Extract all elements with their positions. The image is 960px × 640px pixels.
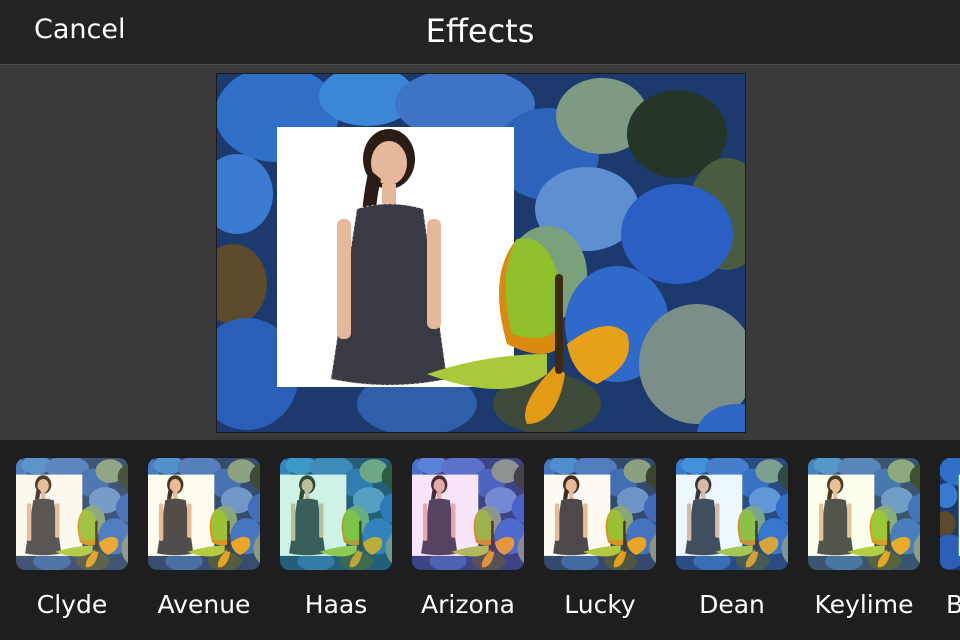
- effect-thumbnail-haas[interactable]: [280, 458, 392, 570]
- effect-thumbnail-lucky[interactable]: [544, 458, 656, 570]
- effect-thumbnail-keylime[interactable]: [808, 458, 920, 570]
- page-title: Effects: [425, 12, 535, 50]
- effect-thumbnail-partial[interactable]: [940, 458, 960, 570]
- effect-label-clyde: Clyde: [36, 590, 108, 619]
- effect-thumbnail-clyde[interactable]: [16, 458, 128, 570]
- effect-thumbnail-arizona[interactable]: [412, 458, 524, 570]
- effect-label-keylime: Keylime: [814, 590, 914, 619]
- effect-label-haas: Haas: [304, 590, 368, 619]
- effect-thumbnail-avenue[interactable]: [148, 458, 260, 570]
- navigation-bar: Cancel Effects: [0, 0, 960, 65]
- effect-thumbnail-dean[interactable]: [676, 458, 788, 570]
- effect-label-lucky: Lucky: [564, 590, 636, 619]
- photo-preview: [216, 73, 746, 433]
- effect-label-avenue: Avenue: [157, 590, 251, 619]
- effect-label-partial: B: [946, 590, 960, 619]
- effect-label-arizona: Arizona: [421, 590, 515, 619]
- effect-label-dean: Dean: [699, 590, 765, 619]
